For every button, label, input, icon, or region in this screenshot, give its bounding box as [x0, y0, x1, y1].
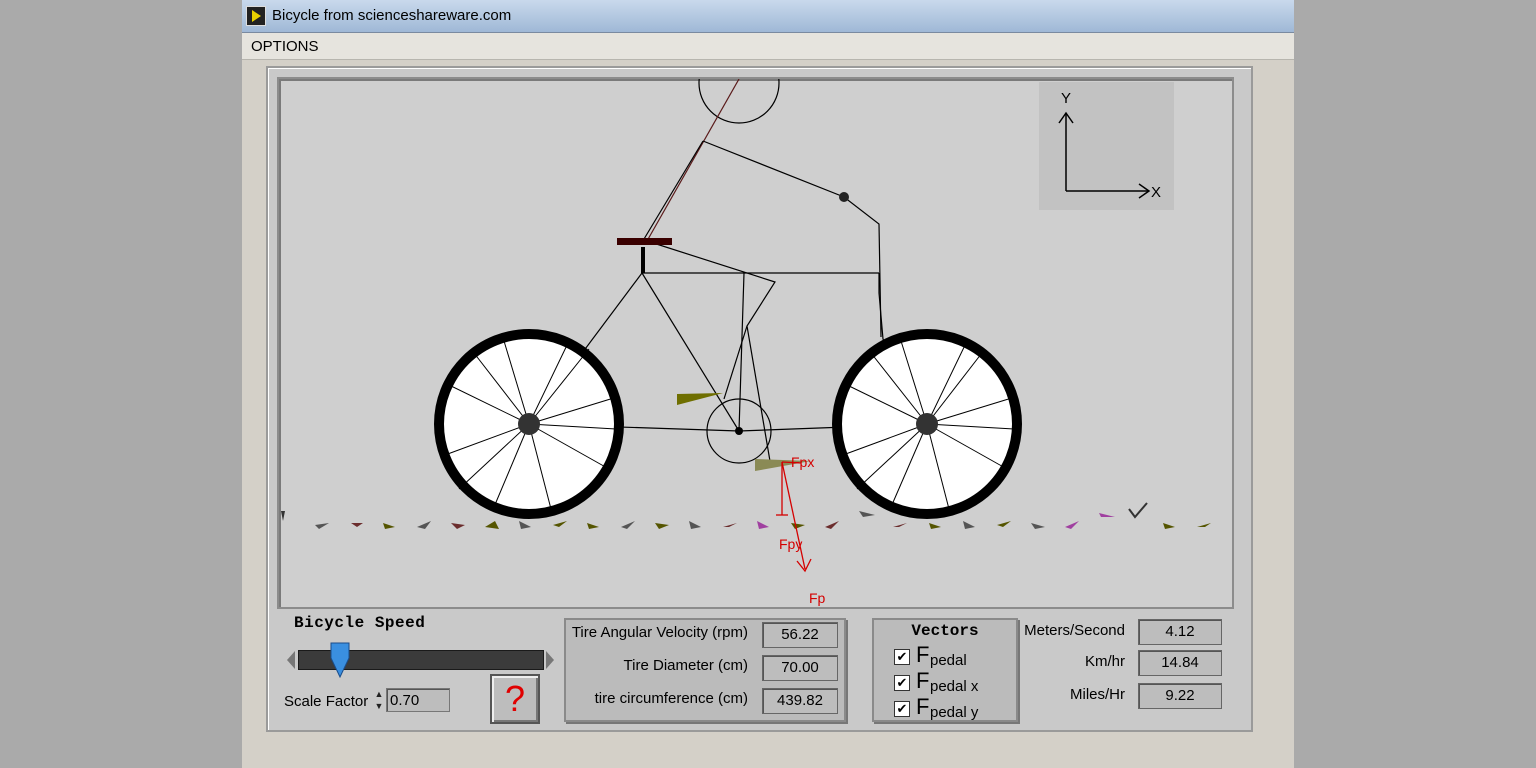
bicycle-seat: [617, 238, 672, 245]
bicycle-scene: Y X Fpx Fpy Fp: [277, 77, 1234, 609]
bicycle-drawing: Y X Fpx Fpy Fp: [281, 79, 1211, 606]
fpedal-y-f: F: [916, 694, 930, 719]
scale-factor-input[interactable]: 0.70: [386, 688, 450, 712]
menu-bar: OPTIONS: [242, 33, 1294, 60]
ground-debris: [281, 502, 1211, 529]
tire-info-group: Tire Angular Velocity (rpm) 56.22 Tire D…: [564, 618, 846, 722]
fpedal-f: F: [916, 642, 930, 667]
scale-factor-label: Scale Factor: [284, 693, 369, 710]
fpedal-x-label: pedal x: [930, 678, 979, 695]
miles-per-hr-value: 9.22: [1138, 683, 1222, 709]
fp-label: Fp: [809, 590, 826, 606]
fpx-label: Fpx: [791, 454, 814, 470]
miles-per-hr-label: Miles/Hr: [1070, 686, 1125, 703]
fpedal-x-checkbox[interactable]: ✔: [894, 675, 910, 691]
fpedal-y-label: pedal y: [930, 704, 979, 721]
km-per-hr-value: 14.84: [1138, 650, 1222, 676]
labview-app-icon: [246, 6, 266, 26]
tire-circumference-value: 439.82: [762, 688, 838, 714]
tire-angular-velocity-label: Tire Angular Velocity (rpm): [571, 624, 748, 641]
help-button[interactable]: ?: [490, 674, 540, 724]
axis-y-label: Y: [1061, 90, 1071, 107]
fpedal-x-f: F: [916, 668, 930, 693]
fpedal-checkbox[interactable]: ✔: [894, 649, 910, 665]
front-panel: Y X Fpx Fpy Fp Bicycle Speed Scale Facto…: [266, 66, 1253, 732]
rear-wheel: [434, 329, 624, 519]
tire-diameter-value[interactable]: 70.00: [762, 655, 838, 681]
bicycle-speed-label: Bicycle Speed: [294, 614, 426, 632]
tire-angular-velocity-value: 56.22: [762, 622, 838, 648]
rider-back: [646, 79, 740, 242]
vectors-title: Vectors: [911, 622, 979, 640]
fpedal-y-checkbox[interactable]: ✔: [894, 701, 910, 717]
meters-per-second-value: 4.12: [1138, 619, 1222, 645]
km-per-hr-label: Km/hr: [1084, 653, 1125, 670]
scale-spinner-icon[interactable]: ▲ ▼: [374, 688, 384, 714]
front-wheel: [832, 329, 1022, 519]
fpy-label: Fpy: [779, 536, 802, 552]
rider-head: [698, 79, 780, 124]
tire-circumference-label: tire circumference (cm): [594, 690, 748, 707]
crank-hub: [735, 427, 743, 435]
force-vectors: [776, 461, 812, 573]
tire-diameter-label: Tire Diameter (cm): [623, 657, 748, 674]
left-pedal: [677, 393, 723, 405]
axis-x-label: X: [1151, 184, 1161, 201]
meters-per-second-label: Meters/Second: [1024, 622, 1125, 639]
speed-slider-thumb[interactable]: [330, 642, 350, 678]
fpedal-label: pedal: [930, 652, 967, 669]
slider-increment-arrow[interactable]: [546, 651, 554, 669]
title-bar: Bicycle from scienceshareware.com: [242, 0, 1294, 33]
rider-elbow: [839, 192, 849, 202]
slider-decrement-arrow[interactable]: [287, 651, 295, 669]
vectors-group: Vectors ✔ F pedal ✔ F pedal x ✔ F pedal …: [872, 618, 1018, 722]
menu-options[interactable]: OPTIONS: [251, 38, 319, 55]
window-title: Bicycle from scienceshareware.com: [272, 7, 512, 24]
app-window: Bicycle from scienceshareware.com OPTION…: [242, 0, 1294, 768]
